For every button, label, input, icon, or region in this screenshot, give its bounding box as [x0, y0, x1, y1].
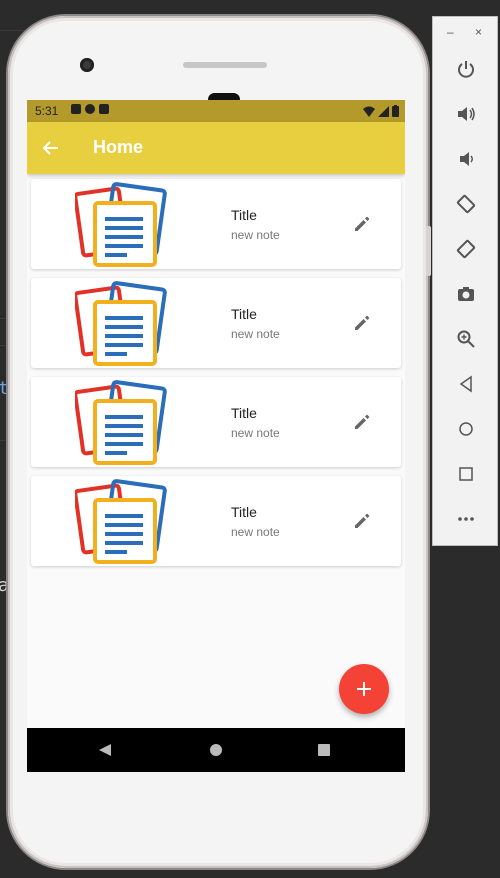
notification-icons	[71, 104, 109, 114]
notes-document-icon	[75, 380, 167, 465]
rotate-left-icon	[456, 194, 476, 214]
edit-button[interactable]	[351, 312, 373, 334]
circle-home-icon	[210, 744, 222, 756]
notes-document-icon	[75, 182, 167, 267]
front-camera	[80, 58, 94, 72]
minimize-button[interactable]: –	[447, 25, 454, 39]
overview-icon	[459, 467, 473, 481]
zoom-icon	[457, 330, 475, 348]
note-subtitle: new note	[231, 228, 280, 242]
note-card[interactable]: Title new note	[31, 278, 401, 368]
volume-down-button[interactable]	[454, 147, 478, 171]
back-icon	[459, 375, 472, 393]
status-bar: 5:31	[27, 100, 405, 122]
pencil-icon	[355, 513, 370, 528]
more-icon	[458, 517, 474, 521]
wifi-icon	[363, 106, 375, 117]
page-title: Home	[93, 137, 144, 157]
note-title: Title	[231, 504, 257, 520]
note-subtitle: new note	[231, 525, 280, 539]
notes-document-icon	[75, 281, 167, 366]
notification-icon	[71, 104, 81, 114]
note-subtitle: new note	[231, 327, 280, 341]
top-speaker	[183, 62, 267, 68]
system-status-icons	[363, 105, 399, 117]
emu-home-button[interactable]	[454, 417, 478, 441]
status-time: 5:31	[35, 104, 59, 118]
edit-button[interactable]	[351, 213, 373, 235]
volume-down-icon	[460, 152, 473, 166]
signal-icon	[378, 106, 389, 117]
rotate-right-button[interactable]	[454, 237, 478, 261]
close-button[interactable]: ×	[475, 25, 482, 39]
rotate-left-button[interactable]	[454, 192, 478, 216]
emu-more-button[interactable]	[454, 507, 478, 531]
nav-back-button[interactable]	[97, 742, 113, 758]
note-title: Title	[231, 306, 257, 322]
plus-icon	[357, 682, 371, 696]
rotate-right-icon	[456, 239, 476, 259]
camera-icon	[458, 287, 474, 301]
note-card[interactable]: Title new note	[31, 179, 401, 269]
arrow-back-icon	[42, 141, 58, 155]
notification-icon	[85, 104, 95, 114]
power-icon	[458, 61, 474, 78]
edit-button[interactable]	[351, 411, 373, 433]
edit-button[interactable]	[351, 510, 373, 532]
pencil-icon	[355, 414, 370, 429]
triangle-back-icon	[99, 744, 111, 756]
device-screen: 5:31 Home Title new note Title new note …	[27, 100, 405, 772]
back-button[interactable]	[37, 134, 65, 162]
emu-overview-button[interactable]	[454, 462, 478, 486]
note-card[interactable]: Title new note	[31, 476, 401, 566]
notes-document-icon	[75, 479, 167, 564]
note-title: Title	[231, 405, 257, 421]
note-card[interactable]: Title new note	[31, 377, 401, 467]
emu-back-button[interactable]	[454, 372, 478, 396]
note-title: Title	[231, 207, 257, 223]
note-subtitle: new note	[231, 426, 280, 440]
square-overview-icon	[318, 744, 330, 756]
power-button[interactable]	[454, 57, 478, 81]
pencil-icon	[355, 315, 370, 330]
volume-up-button[interactable]	[454, 102, 478, 126]
screenshot-button[interactable]	[454, 282, 478, 306]
nav-overview-button[interactable]	[316, 742, 332, 758]
sd-card-icon	[99, 104, 109, 114]
home-icon	[459, 422, 473, 436]
zoom-button[interactable]	[454, 327, 478, 351]
add-note-button[interactable]	[339, 664, 389, 714]
battery-icon	[392, 105, 399, 117]
phone-side-button	[426, 226, 431, 276]
nav-home-button[interactable]	[208, 742, 224, 758]
app-bar: Home	[27, 122, 405, 174]
system-navigation-bar	[27, 728, 405, 772]
volume-up-icon	[458, 107, 475, 121]
emulator-control-panel: – ×	[432, 16, 498, 546]
pencil-icon	[355, 216, 370, 231]
